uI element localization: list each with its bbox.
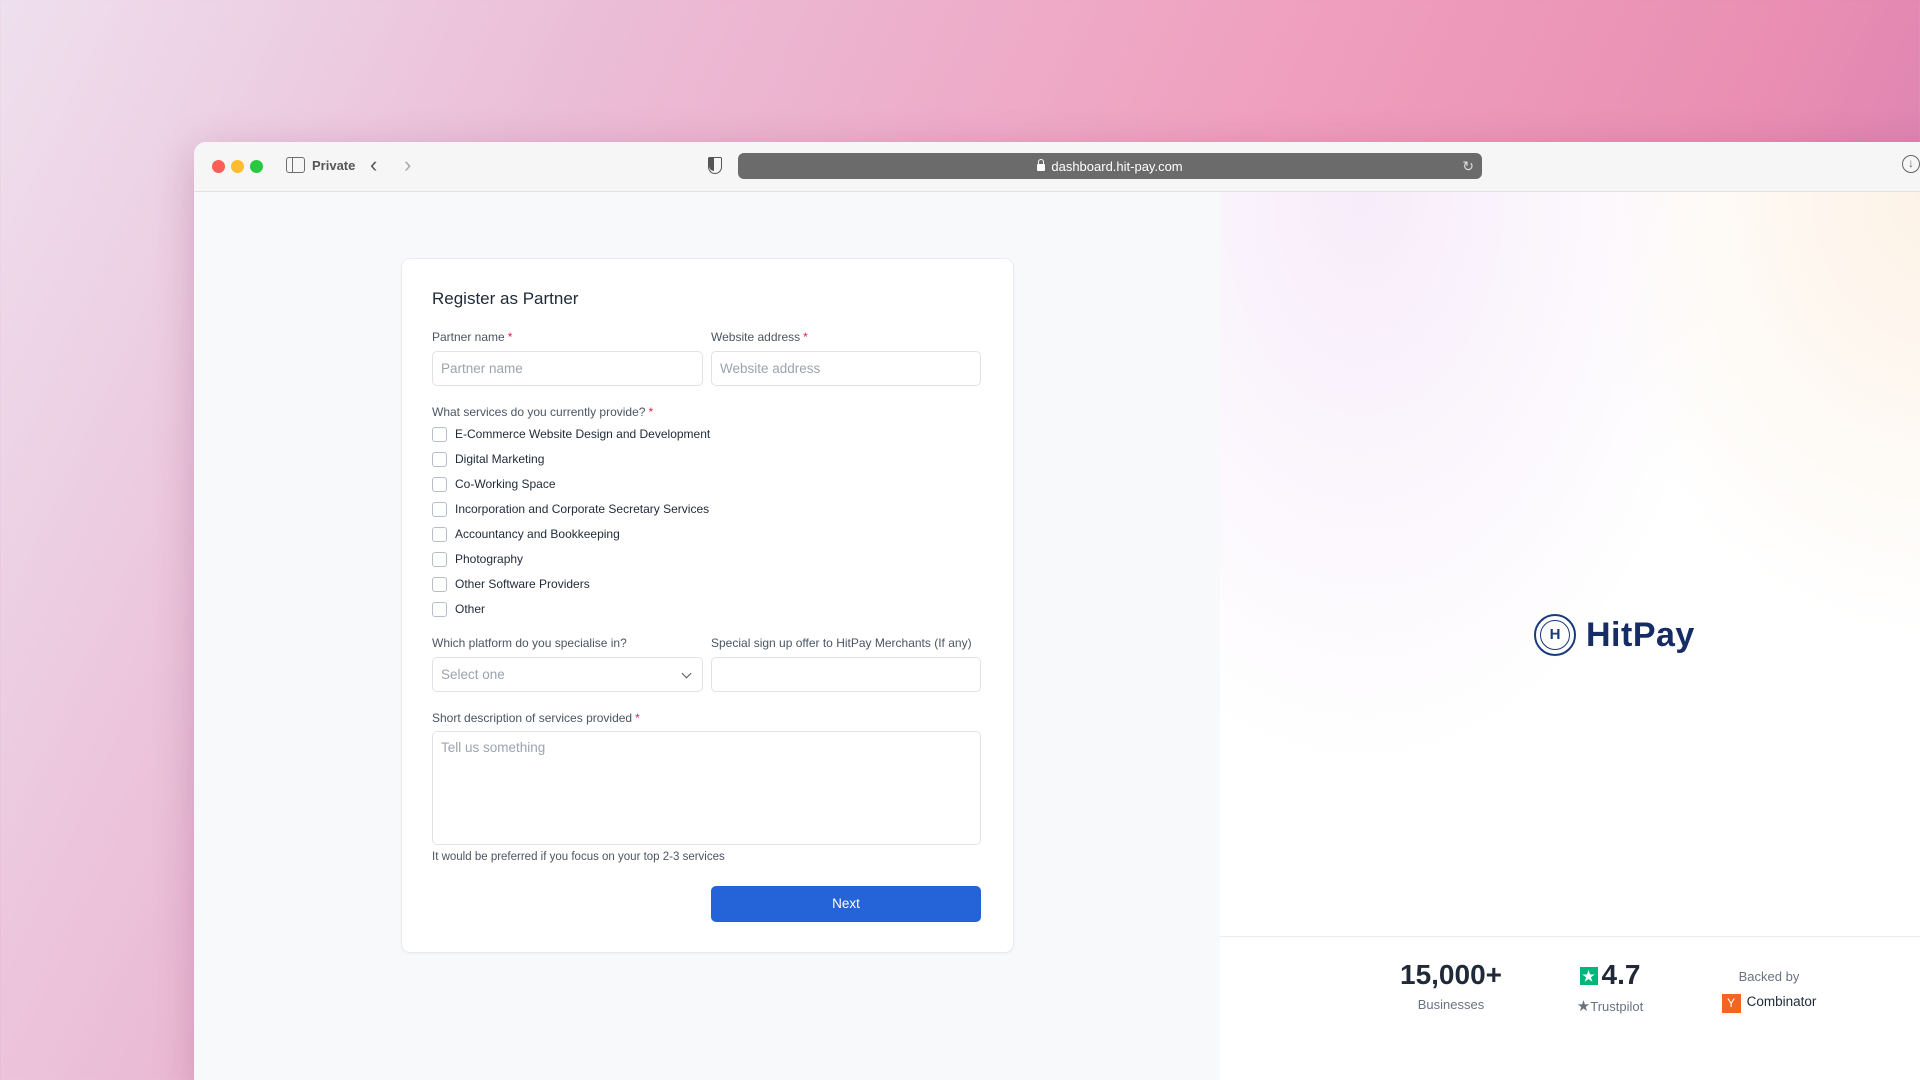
checkbox[interactable]	[432, 426, 447, 442]
platform-select[interactable]: Select one	[432, 657, 703, 692]
close-window-button[interactable]	[212, 160, 225, 173]
lock-icon	[1037, 158, 1046, 171]
minimize-window-button[interactable]	[231, 160, 244, 173]
service-option[interactable]: Co-Working Space	[432, 475, 556, 493]
backed-by-label: Backed by	[1738, 969, 1800, 984]
checkbox[interactable]	[432, 601, 447, 617]
page-content: Register as Partner Partner name * Partne…	[194, 192, 1920, 1080]
browser-window: Private ‹ › dashboard.hit-pay.com ↻ ↓ Re…	[194, 142, 1920, 1080]
businesses-value: 15,000+	[1400, 959, 1502, 990]
rating-row: ★ 4.7	[1550, 959, 1670, 991]
rating-value: 4.7	[1601, 959, 1641, 990]
trustpilot-label: ★Trustpilot	[1576, 998, 1644, 1015]
required-mark: *	[507, 330, 513, 344]
required-mark: *	[635, 711, 640, 725]
services-label: What services do you currently provide? *	[432, 405, 654, 419]
description-label: Short description of services provided *	[432, 711, 640, 725]
form-pane: Register as Partner Partner name * Partne…	[194, 192, 1220, 1080]
brand-pane: H HitPay 15,000+ Businesses ★ 4.7 ★Trustp…	[1220, 192, 1920, 1080]
checkbox[interactable]	[432, 501, 447, 517]
hitpay-logo: H HitPay	[1534, 614, 1695, 656]
description-textarea[interactable]: Tell us something	[432, 731, 981, 845]
private-label: Private	[312, 158, 356, 173]
businesses-stat: 15,000+ Businesses	[1386, 959, 1516, 1012]
service-option[interactable]: Digital Marketing	[432, 450, 544, 468]
platform-label: Which platform do you specialise in?	[432, 636, 627, 650]
offer-input[interactable]	[711, 657, 981, 692]
checkbox[interactable]	[432, 551, 447, 567]
checkbox[interactable]	[432, 576, 447, 592]
trustpilot-stat: ★ 4.7 ★Trustpilot	[1550, 959, 1670, 1015]
register-card: Register as Partner Partner name * Partne…	[402, 259, 1013, 952]
service-option[interactable]: Incorporation and Corporate Secretary Se…	[432, 500, 709, 518]
service-option[interactable]: Accountancy and Bookkeeping	[432, 525, 620, 543]
chevron-down-icon	[681, 668, 692, 679]
website-input[interactable]: Website address	[711, 351, 981, 386]
sidebar-toggle-icon[interactable]	[286, 157, 305, 173]
website-label: Website address *	[711, 330, 808, 344]
address-bar[interactable]: dashboard.hit-pay.com ↻	[738, 153, 1482, 179]
y-combinator-icon: Y	[1721, 994, 1741, 1013]
checkbox[interactable]	[432, 451, 447, 467]
checkbox[interactable]	[432, 526, 447, 542]
brand-name: HitPay	[1586, 615, 1695, 654]
backer-stat: Backed by Y Combinator	[1704, 969, 1834, 1013]
partner-name-label: Partner name *	[432, 330, 513, 344]
service-option[interactable]: Other	[432, 600, 485, 618]
description-hint: It would be preferred if you focus on yo…	[432, 851, 725, 863]
zoom-window-button[interactable]	[250, 160, 263, 173]
reload-icon[interactable]: ↻	[1462, 158, 1474, 175]
businesses-label: Businesses	[1417, 997, 1485, 1012]
service-option[interactable]: E-Commerce Website Design and Developmen…	[432, 425, 710, 443]
service-option[interactable]: Other Software Providers	[432, 575, 590, 593]
stats-bar: 15,000+ Businesses ★ 4.7 ★Trustpilot Back…	[1220, 936, 1920, 1080]
url-text: dashboard.hit-pay.com	[1051, 158, 1183, 174]
required-mark: *	[803, 330, 808, 344]
forward-arrow-icon[interactable]: ›	[404, 152, 411, 178]
hitpay-logo-icon: H	[1534, 614, 1576, 656]
download-icon[interactable]: ↓	[1902, 155, 1920, 173]
service-option[interactable]: Photography	[432, 550, 523, 568]
star-icon: ★	[1576, 998, 1591, 1015]
browser-toolbar: Private ‹ › dashboard.hit-pay.com ↻ ↓	[194, 142, 1920, 192]
backer-row: Y Combinator	[1704, 994, 1834, 1013]
trustpilot-star-icon: ★	[1579, 967, 1598, 985]
form-title: Register as Partner	[432, 289, 579, 308]
required-mark: *	[648, 405, 654, 419]
checkbox[interactable]	[432, 476, 447, 492]
partner-name-input[interactable]: Partner name	[432, 351, 703, 386]
backer-name: Combinator	[1746, 994, 1817, 1009]
platform-selected-value: Select one	[441, 667, 505, 682]
next-button[interactable]: Next	[711, 886, 981, 922]
shield-icon[interactable]	[708, 157, 722, 174]
offer-label: Special sign up offer to HitPay Merchant…	[711, 636, 972, 650]
back-arrow-icon[interactable]: ‹	[370, 152, 377, 178]
